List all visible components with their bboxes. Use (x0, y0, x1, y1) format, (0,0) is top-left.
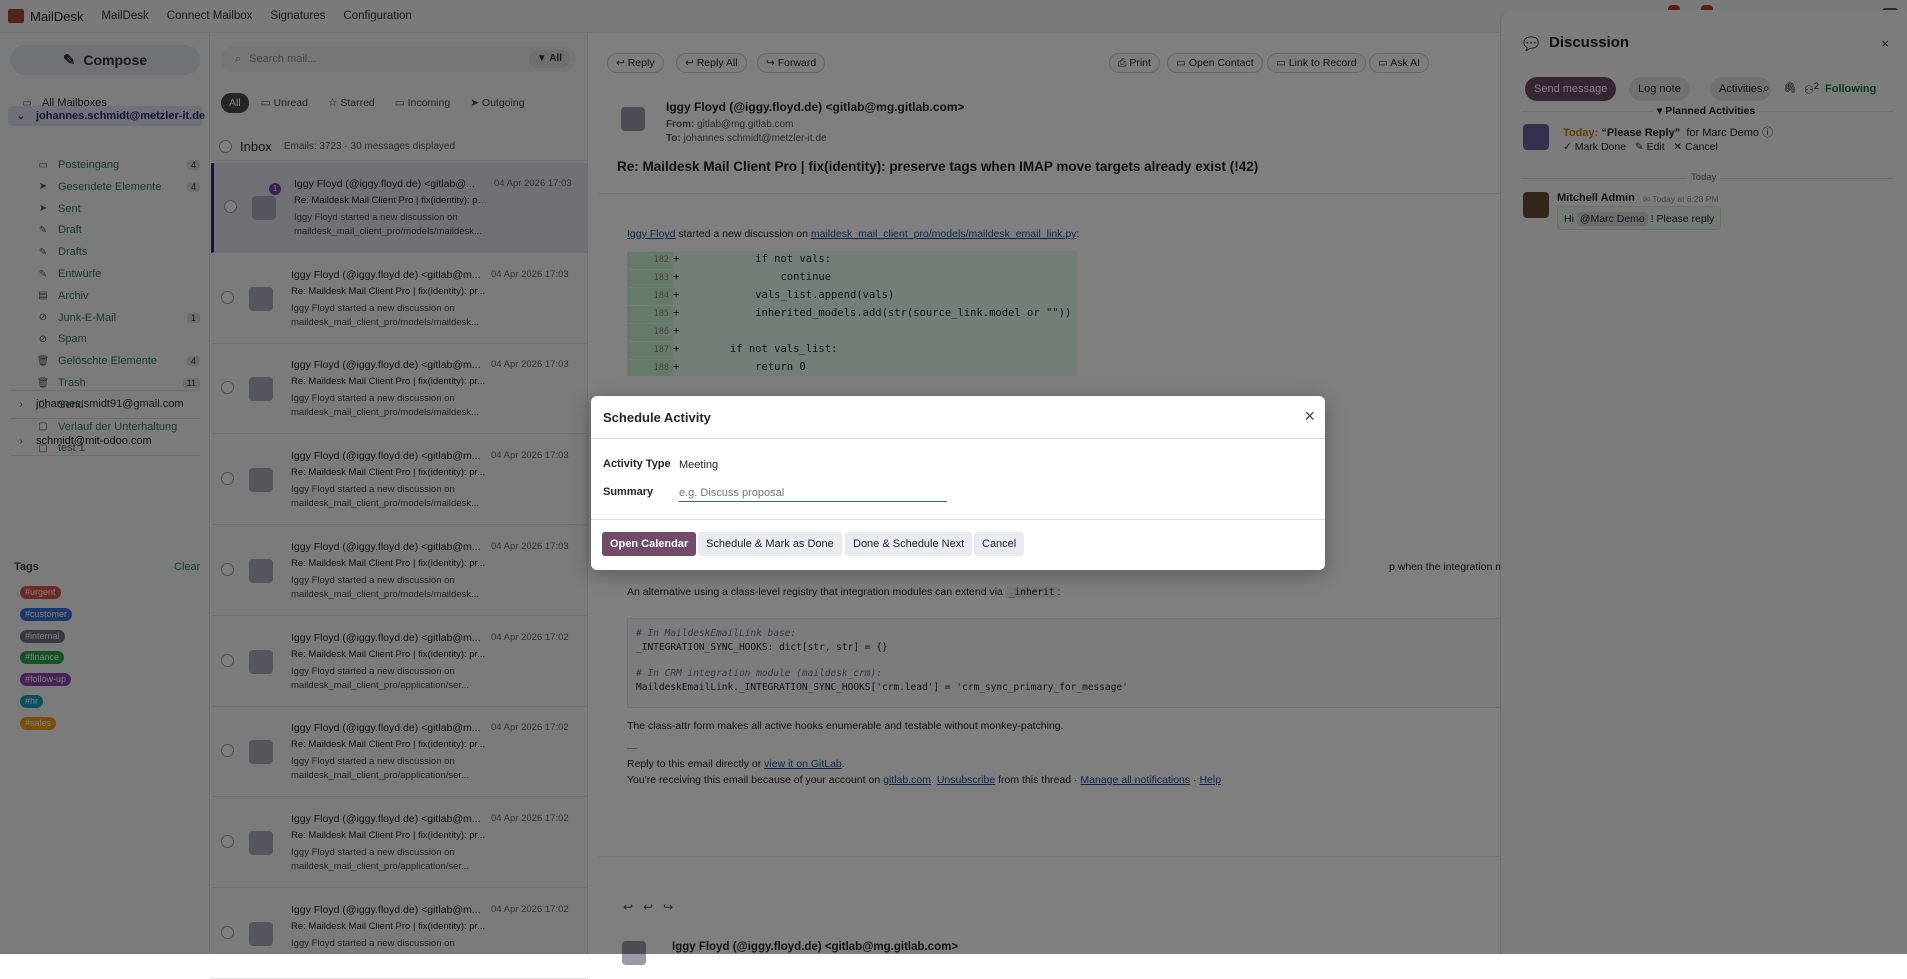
dialog-header: Schedule Activity (591, 396, 1325, 439)
summary-input[interactable] (679, 484, 947, 502)
summary-label: Summary (603, 486, 654, 498)
schedule-mark-done-button[interactable]: Schedule & Mark as Done (698, 532, 842, 556)
close-icon[interactable]: × (1304, 406, 1315, 427)
open-calendar-button[interactable]: Open Calendar (602, 532, 697, 556)
activity-type-label: Activity Type (603, 458, 671, 470)
done-schedule-next-button[interactable]: Done & Schedule Next (845, 532, 973, 556)
dialog-title: Schedule Activity (603, 409, 711, 425)
cancel-button[interactable]: Cancel (974, 532, 1025, 556)
activity-type-field[interactable]: Meeting (679, 459, 718, 471)
schedule-activity-dialog: Schedule Activity × Activity Type Meetin… (591, 396, 1325, 570)
